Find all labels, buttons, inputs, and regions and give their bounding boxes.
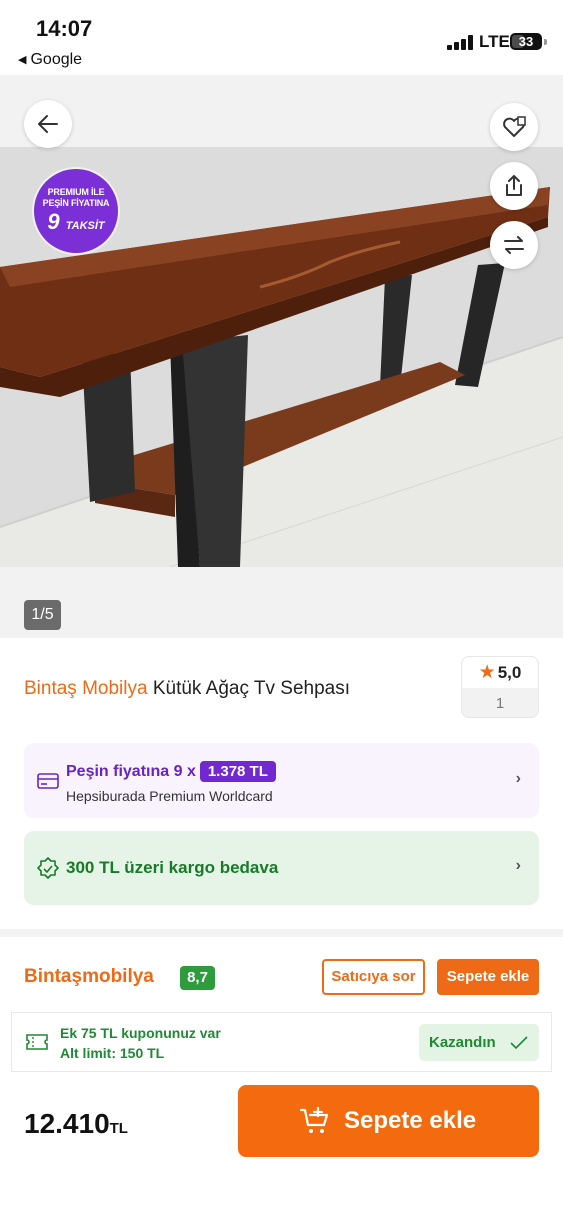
promo-number: 9 (47, 209, 60, 234)
premium-promo-badge: PREMIUM İLE PEŞİN FİYATINA 9 TAKSİT (34, 169, 118, 253)
product-brand-link[interactable]: Bintaş Mobilya (24, 678, 148, 699)
coupon-title: Ek 75 TL kuponunuz var (60, 1025, 221, 1041)
rating-value-row: ★ 5,0 (462, 657, 538, 688)
coupon-box[interactable]: Ek 75 TL kuponunuz var Alt limit: 150 TL… (11, 1012, 552, 1072)
price-currency: TL (109, 1120, 128, 1137)
promo-line-2: PEŞİN FİYATINA (42, 198, 110, 208)
status-time: 14:07 (36, 16, 93, 41)
review-count: 1 (462, 688, 538, 717)
compare-icon (504, 236, 524, 254)
rating-value: 5,0 (497, 663, 522, 682)
coupon-limit: Alt limit: 150 TL (60, 1045, 165, 1061)
battery-icon: 33 (510, 33, 542, 50)
share-icon (506, 175, 522, 196)
promo-line-1: PREMIUM İLE (47, 187, 105, 197)
shipping-badge-icon (37, 857, 59, 879)
seller-add-to-cart-button[interactable]: Sepete ekle (437, 959, 539, 995)
chevron-right-icon: › (515, 770, 521, 787)
back-app-label: Google (30, 51, 83, 68)
premium-card-name: Hepsiburada Premium Worldcard (66, 788, 273, 804)
back-to-app-link[interactable]: ◀ Google (18, 51, 82, 69)
seller-score-badge: 8,7 (180, 966, 215, 990)
coupon-won-badge[interactable]: Kazandın (419, 1024, 539, 1061)
premium-installment-box[interactable]: Peşin fiyatına 9 x 1.378 TL Hepsiburada P… (24, 743, 539, 818)
coupon-won-label: Kazandın (429, 1034, 496, 1051)
credit-card-icon (37, 773, 59, 789)
rating-box[interactable]: ★ 5,0 1 (461, 656, 539, 718)
cart-plus-icon (300, 1107, 329, 1133)
coupon-ticket-icon (26, 1034, 48, 1050)
product-price: 12.410TL (24, 1108, 128, 1140)
installment-amount-badge: 1.378 TL (199, 761, 276, 782)
back-triangle-icon: ◀ (18, 54, 27, 66)
promo-word: TAKSİT (65, 220, 105, 232)
add-to-cart-button[interactable]: Sepete ekle (238, 1085, 539, 1157)
free-shipping-text: 300 TL üzeri kargo bedava (66, 858, 279, 877)
free-shipping-box[interactable]: 300 TL üzeri kargo bedava › (24, 831, 539, 905)
checkmark-icon (510, 1036, 528, 1050)
ask-seller-button[interactable]: Satıcıya sor (322, 959, 425, 995)
share-button[interactable] (490, 162, 538, 210)
status-bar: 14:07 ◀ Google LTE 33 (0, 0, 563, 75)
add-to-cart-label: Sepete ekle (344, 1107, 477, 1134)
back-button[interactable] (24, 100, 72, 148)
favorite-heart-icon (503, 116, 526, 137)
product-name: Kütük Ağaç Tv Sehpası (152, 678, 351, 699)
price-value: 12.410 (24, 1108, 110, 1139)
back-arrow-icon (38, 115, 58, 133)
compare-button[interactable] (490, 221, 538, 269)
chevron-right-icon: › (515, 857, 521, 874)
section-divider (0, 929, 563, 937)
seller-name-link[interactable]: Bintaşmobilya (24, 966, 154, 988)
star-icon: ★ (478, 662, 496, 683)
favorite-button[interactable] (490, 103, 538, 151)
product-title: Bintaş Mobilya Kütük Ağaç Tv Sehpası (24, 678, 350, 700)
signal-icon (447, 34, 475, 50)
battery-nub (544, 39, 547, 45)
product-image-gallery[interactable]: PREMIUM İLE PEŞİN FİYATINA 9 TAKSİT 1/5 (0, 75, 563, 638)
premium-installment-text: Peşin fiyatına 9 x 1.378 TL (66, 761, 276, 782)
premium-text: Peşin fiyatına 9 x (66, 763, 196, 780)
battery-level: 33 (518, 34, 534, 49)
network-label: LTE (479, 32, 510, 51)
image-counter: 1/5 (24, 600, 61, 630)
promo-line-3: 9 TAKSİT (34, 209, 118, 235)
